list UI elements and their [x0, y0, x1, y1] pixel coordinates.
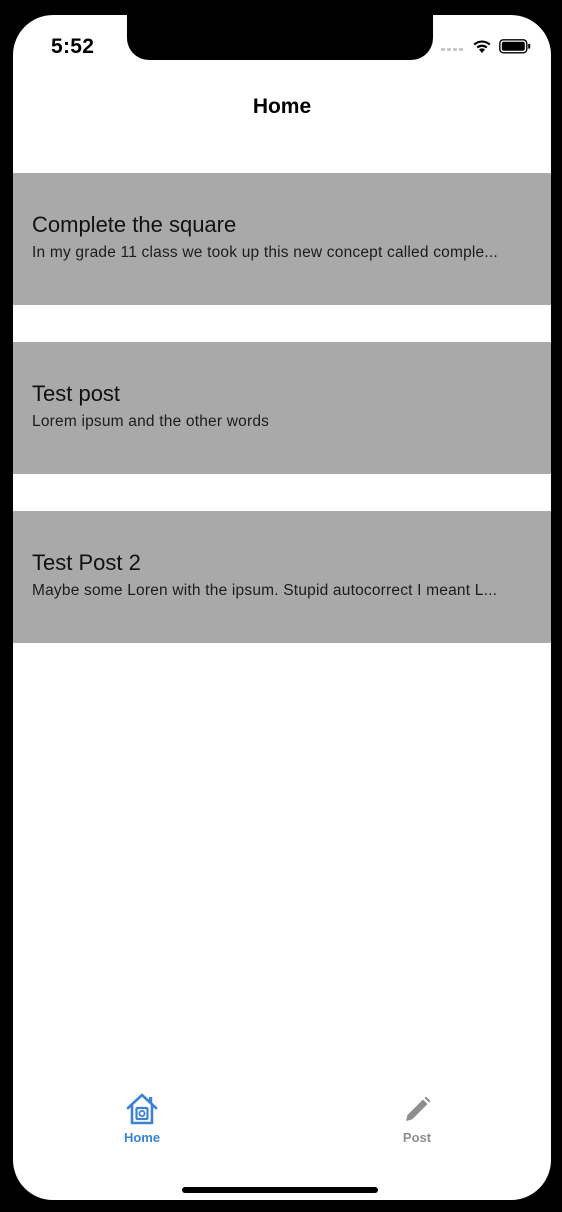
- battery-icon: [499, 39, 531, 59]
- tab-home[interactable]: Home: [82, 1090, 202, 1170]
- page-title: Home: [252, 95, 312, 118]
- status-time: 5:52: [51, 35, 95, 58]
- device-frame: 5:52 Home Complete the square In my grad…: [0, 0, 562, 1212]
- app-screen: 5:52 Home Complete the square In my grad…: [13, 15, 551, 1200]
- home-icon: [124, 1090, 160, 1126]
- tab-bar: Home Post: [13, 1090, 551, 1200]
- post-title: Test Post 2: [32, 550, 141, 575]
- status-icons: [441, 39, 531, 59]
- post-card[interactable]: Test Post 2 Maybe some Loren with the ip…: [13, 511, 551, 643]
- tab-post-label: Post: [402, 1130, 432, 1145]
- post-list: Complete the square In my grade 11 class…: [13, 173, 551, 680]
- pencil-icon: [401, 1090, 433, 1126]
- post-preview: Maybe some Loren with the ipsum. Stupid …: [32, 582, 498, 599]
- tab-home-label: Home: [123, 1130, 161, 1145]
- device-notch: [127, 15, 433, 60]
- post-title: Test post: [32, 381, 121, 406]
- post-title: Complete the square: [32, 212, 237, 237]
- signal-icon: [441, 40, 465, 58]
- home-indicator: [182, 1187, 378, 1193]
- post-card[interactable]: Test post Lorem ipsum and the other word…: [13, 342, 551, 474]
- post-preview: Lorem ipsum and the other words: [32, 413, 270, 430]
- post-preview: In my grade 11 class we took up this new…: [32, 244, 498, 261]
- wifi-icon: [472, 39, 492, 59]
- post-card[interactable]: Complete the square In my grade 11 class…: [13, 173, 551, 305]
- tab-post[interactable]: Post: [357, 1090, 477, 1170]
